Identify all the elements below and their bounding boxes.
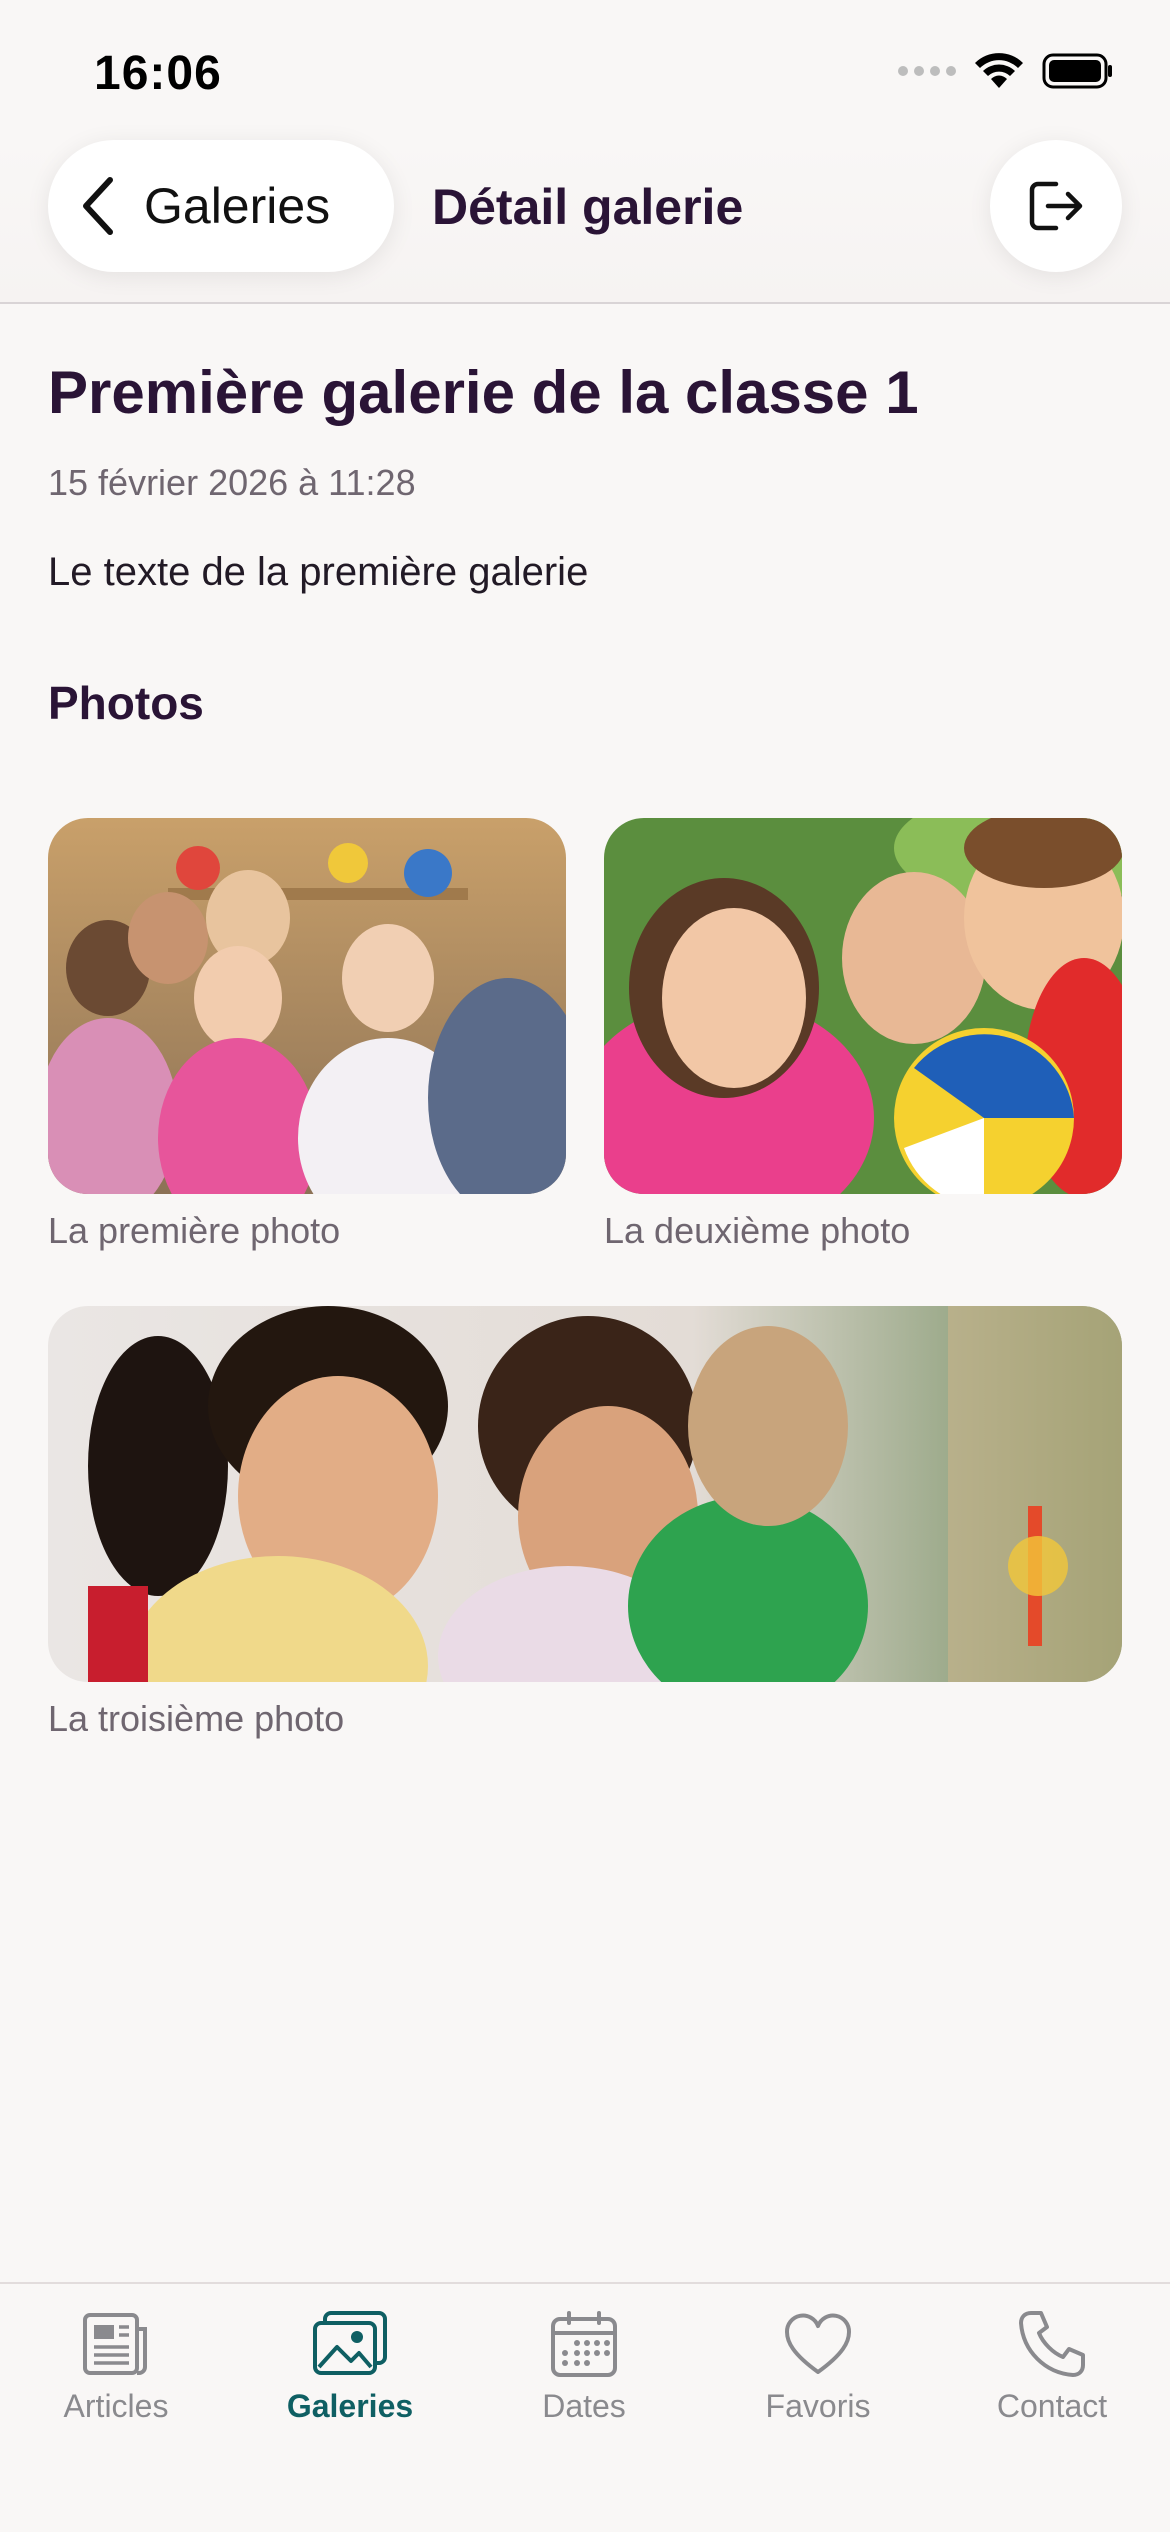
gallery-title: Première galerie de la classe 1: [48, 359, 919, 426]
gallery-date: 15 février 2026 à 11:28: [48, 462, 416, 503]
phone-icon: [1019, 2311, 1085, 2377]
tab-favoris[interactable]: Favoris: [718, 2304, 918, 2454]
status-icons: [898, 52, 1114, 90]
wifi-icon: [975, 53, 1023, 88]
kids-with-ball-photo: [604, 818, 1122, 1194]
classroom-children-photo: [48, 818, 566, 1194]
tab-label: Contact: [996, 2388, 1108, 2424]
photos-heading: Photos: [48, 677, 204, 729]
tab-label: Favoris: [765, 2388, 871, 2424]
photo-caption: La première photo: [48, 1210, 341, 1251]
photo-thumbnail[interactable]: [604, 818, 1122, 1194]
tab-galeries[interactable]: Galeries: [250, 2304, 450, 2454]
calendar-icon: [551, 2311, 617, 2377]
newspaper-icon: [83, 2313, 147, 2375]
tab-label: Dates: [542, 2388, 626, 2424]
gallery-text: Le texte de la première galerie: [48, 550, 589, 594]
navigation-header: Galeries Détail galerie: [0, 140, 1170, 304]
photo-thumbnail[interactable]: [48, 818, 566, 1194]
chevron-left-icon: [83, 177, 113, 235]
children-playing-photo: [48, 1306, 1122, 1682]
back-button-label: Galeries: [144, 178, 331, 234]
logout-button[interactable]: [990, 140, 1122, 272]
tab-dates[interactable]: Dates: [484, 2304, 684, 2454]
tab-articles[interactable]: Articles: [16, 2304, 216, 2454]
tab-contact[interactable]: Contact: [952, 2304, 1152, 2454]
page-title: Détail galerie: [432, 179, 744, 235]
cellular-signal-icon: [898, 66, 956, 76]
tab-label: Galeries: [286, 2388, 414, 2424]
tab-bar: Articles Galeries Dates Favoris Contact: [0, 2282, 1170, 2532]
back-button[interactable]: Galeries: [48, 140, 394, 272]
photo-icon: [313, 2311, 387, 2375]
status-bar: 16:06: [0, 0, 1170, 140]
battery-icon: [1042, 53, 1112, 89]
tab-label: Articles: [63, 2388, 169, 2424]
heart-icon: [784, 2313, 852, 2374]
status-time: 16:06: [94, 47, 222, 100]
photo-caption: La deuxième photo: [604, 1210, 911, 1251]
photo-caption: La troisième photo: [48, 1698, 345, 1739]
photo-thumbnail[interactable]: [48, 1306, 1122, 1682]
logout-icon: [1029, 181, 1083, 231]
gallery-detail-screen: 16:06 Galeries Détail galerie Première g…: [0, 0, 1170, 2532]
